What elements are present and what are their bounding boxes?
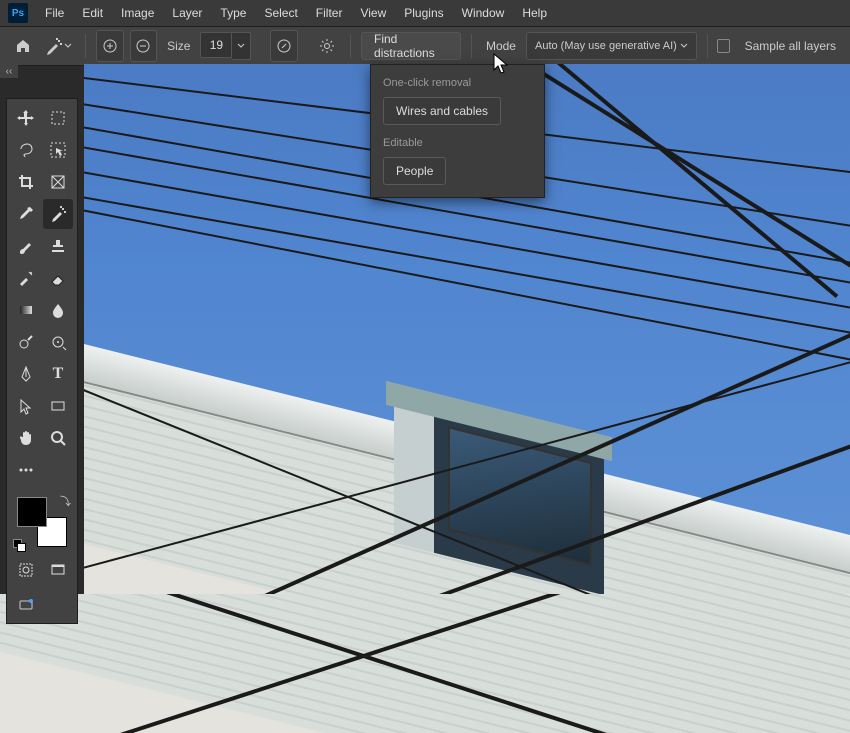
sample-all-label: Sample all layers (745, 39, 836, 53)
menu-plugins[interactable]: Plugins (395, 0, 452, 26)
pen-tool[interactable] (11, 359, 41, 389)
zoom-tool[interactable] (43, 423, 73, 453)
eyedropper-tool[interactable] (11, 199, 41, 229)
quick-mask[interactable] (11, 555, 41, 585)
edit-toolbar-icon[interactable] (11, 589, 41, 619)
divider (350, 34, 351, 58)
screen-mode[interactable] (43, 555, 73, 585)
sample-all-checkbox[interactable] (717, 39, 729, 53)
find-distractions-button[interactable]: Find distractions (361, 32, 461, 60)
popup-section-label: One-click removal (383, 77, 532, 89)
divider (471, 34, 472, 58)
mode-label: Mode (486, 39, 516, 53)
lasso-tool[interactable] (11, 135, 41, 165)
menu-layer[interactable]: Layer (163, 0, 211, 26)
brush-settings-icon[interactable] (270, 30, 297, 62)
color-swatches[interactable]: ⤵ (13, 493, 71, 551)
frame-tool[interactable] (43, 167, 73, 197)
canvas-lower[interactable] (0, 594, 850, 733)
menu-image[interactable]: Image (112, 0, 163, 26)
menu-view[interactable]: View (351, 0, 395, 26)
menu-filter[interactable]: Filter (307, 0, 352, 26)
add-target-icon[interactable] (96, 30, 123, 62)
size-label: Size (167, 39, 190, 53)
blur-tool[interactable] (43, 295, 73, 325)
divider (707, 34, 708, 58)
app-icon: Ps (8, 3, 28, 23)
brush-tool[interactable] (11, 231, 41, 261)
toolbox: T ⤵ (6, 98, 78, 624)
path-select-tool[interactable] (11, 391, 41, 421)
menu-bar: Ps FileEditImageLayerTypeSelectFilterVie… (0, 0, 850, 27)
menu-help[interactable]: Help (513, 0, 556, 26)
type-tool[interactable]: T (43, 359, 73, 389)
menu-edit[interactable]: Edit (73, 0, 112, 26)
menu-select[interactable]: Select (255, 0, 306, 26)
wires-cables-button[interactable]: Wires and cables (383, 97, 501, 125)
mode-value: Auto (May use generative AI) (535, 40, 677, 52)
menu-file[interactable]: File (36, 0, 73, 26)
foreground-color[interactable] (17, 497, 47, 527)
gradient-tool[interactable] (11, 295, 41, 325)
object-select-tool[interactable] (43, 135, 73, 165)
collapse-strip[interactable]: ‹‹ (0, 64, 18, 78)
options-bar: Size 19 Find distractions Mode Auto (May… (0, 27, 850, 66)
crop-tool[interactable] (11, 167, 41, 197)
home-icon[interactable] (10, 31, 35, 61)
size-input[interactable]: 19 (200, 32, 232, 58)
find-distractions-label: Find distractions (374, 32, 448, 60)
menu-type[interactable]: Type (211, 0, 255, 26)
remove-tool[interactable] (43, 199, 73, 229)
size-dropdown[interactable] (232, 32, 251, 60)
marquee-tool[interactable] (43, 103, 73, 133)
popup-section-label: Editable (383, 137, 532, 149)
menu-window[interactable]: Window (453, 0, 514, 26)
current-tool-icon[interactable] (41, 31, 75, 61)
shape-tool[interactable] (43, 391, 73, 421)
default-colors-icon[interactable] (13, 539, 25, 551)
divider (85, 34, 86, 58)
subtract-target-icon[interactable] (130, 30, 157, 62)
find-distractions-popup: One-click removal Wires and cables Edita… (370, 64, 545, 198)
stamp-tool[interactable] (43, 231, 73, 261)
hand-tool[interactable] (11, 423, 41, 453)
eraser-tool[interactable] (43, 263, 73, 293)
move-tool[interactable] (11, 103, 41, 133)
people-button[interactable]: People (383, 157, 446, 185)
history-brush-tool[interactable] (11, 263, 41, 293)
gear-icon[interactable] (315, 31, 340, 61)
mode-select[interactable]: Auto (May use generative AI) (526, 32, 697, 60)
more-tools[interactable] (11, 455, 41, 485)
dodge-tool[interactable] (11, 327, 41, 357)
swap-colors-icon[interactable]: ⤵ (60, 493, 71, 509)
zoom-tool-alt[interactable] (43, 327, 73, 357)
